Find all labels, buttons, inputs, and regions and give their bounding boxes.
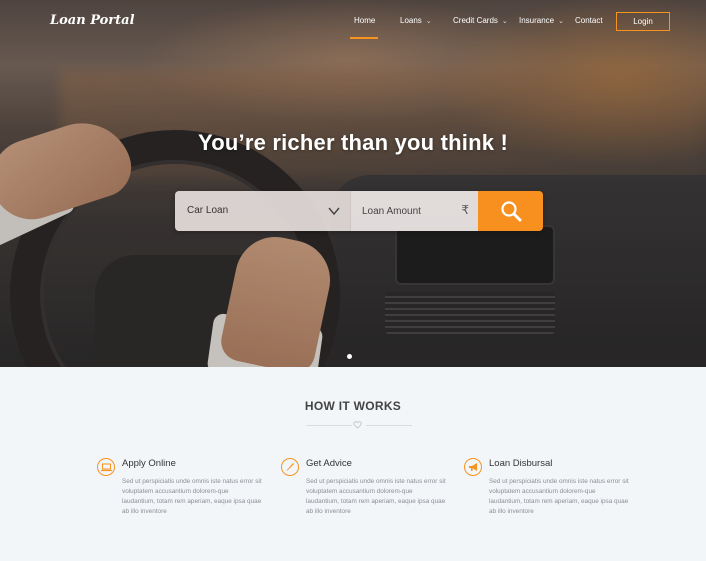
feature-description: Sed ut perspiciatis unde omnis iste natu… (306, 478, 446, 515)
heart-icon (353, 421, 362, 429)
loan-type-select[interactable]: Car Loan (175, 191, 350, 231)
rupee-icon: ₹ (461, 203, 469, 217)
nav-item-label: Credit Cards (453, 16, 498, 25)
feature-description: Sed ut perspiciatis unde omnis iste natu… (489, 478, 629, 515)
search-icon (500, 201, 521, 222)
feature-title: Loan Disbursal (489, 458, 553, 469)
main-nav: Home Loans ⌄ Credit Cards ⌄ Insurance ⌄ Con… (0, 16, 706, 36)
nav-active-indicator (350, 37, 378, 39)
loan-type-value: Car Loan (187, 205, 229, 216)
loan-search-form: Car Loan ₹ (175, 191, 543, 231)
slider-dot[interactable] (347, 354, 352, 359)
divider-right (366, 425, 412, 426)
feature-description: Sed ut perspiciatis unde omnis iste natu… (122, 478, 262, 515)
chevron-down-icon: ⌄ (558, 18, 565, 25)
login-button[interactable]: Login (616, 12, 670, 31)
divider-left (306, 425, 352, 426)
nav-item-insurance[interactable]: Insurance ⌄ (519, 16, 564, 27)
nav-item-label: Insurance (519, 16, 555, 25)
section-title: HOW IT WORKS (304, 399, 402, 413)
feature-title: Apply Online (122, 458, 176, 469)
chevron-down-icon (328, 207, 340, 216)
laptop-icon (97, 458, 115, 476)
megaphone-icon (464, 458, 482, 476)
loan-amount-field[interactable]: ₹ (350, 191, 478, 231)
nav-item-home[interactable]: Home (354, 16, 375, 26)
chevron-down-icon: ⌄ (425, 18, 432, 25)
chevron-down-icon: ⌄ (501, 18, 508, 25)
nav-item-contact[interactable]: Contact (575, 16, 603, 26)
pencil-icon (281, 458, 299, 476)
hero-background (0, 0, 706, 367)
hero-headline: You’re richer than you think ! (198, 130, 508, 155)
feature-title: Get Advice (306, 458, 352, 469)
nav-item-label: Loans (400, 16, 422, 25)
loan-amount-input[interactable] (351, 191, 478, 231)
nav-item-credit-cards[interactable]: Credit Cards ⌄ (453, 16, 508, 27)
hero-overlay (0, 0, 706, 367)
nav-item-loans[interactable]: Loans ⌄ (400, 16, 432, 27)
search-button[interactable] (478, 191, 543, 231)
nav-item-label: Contact (575, 16, 603, 25)
nav-item-label: Home (354, 16, 376, 25)
